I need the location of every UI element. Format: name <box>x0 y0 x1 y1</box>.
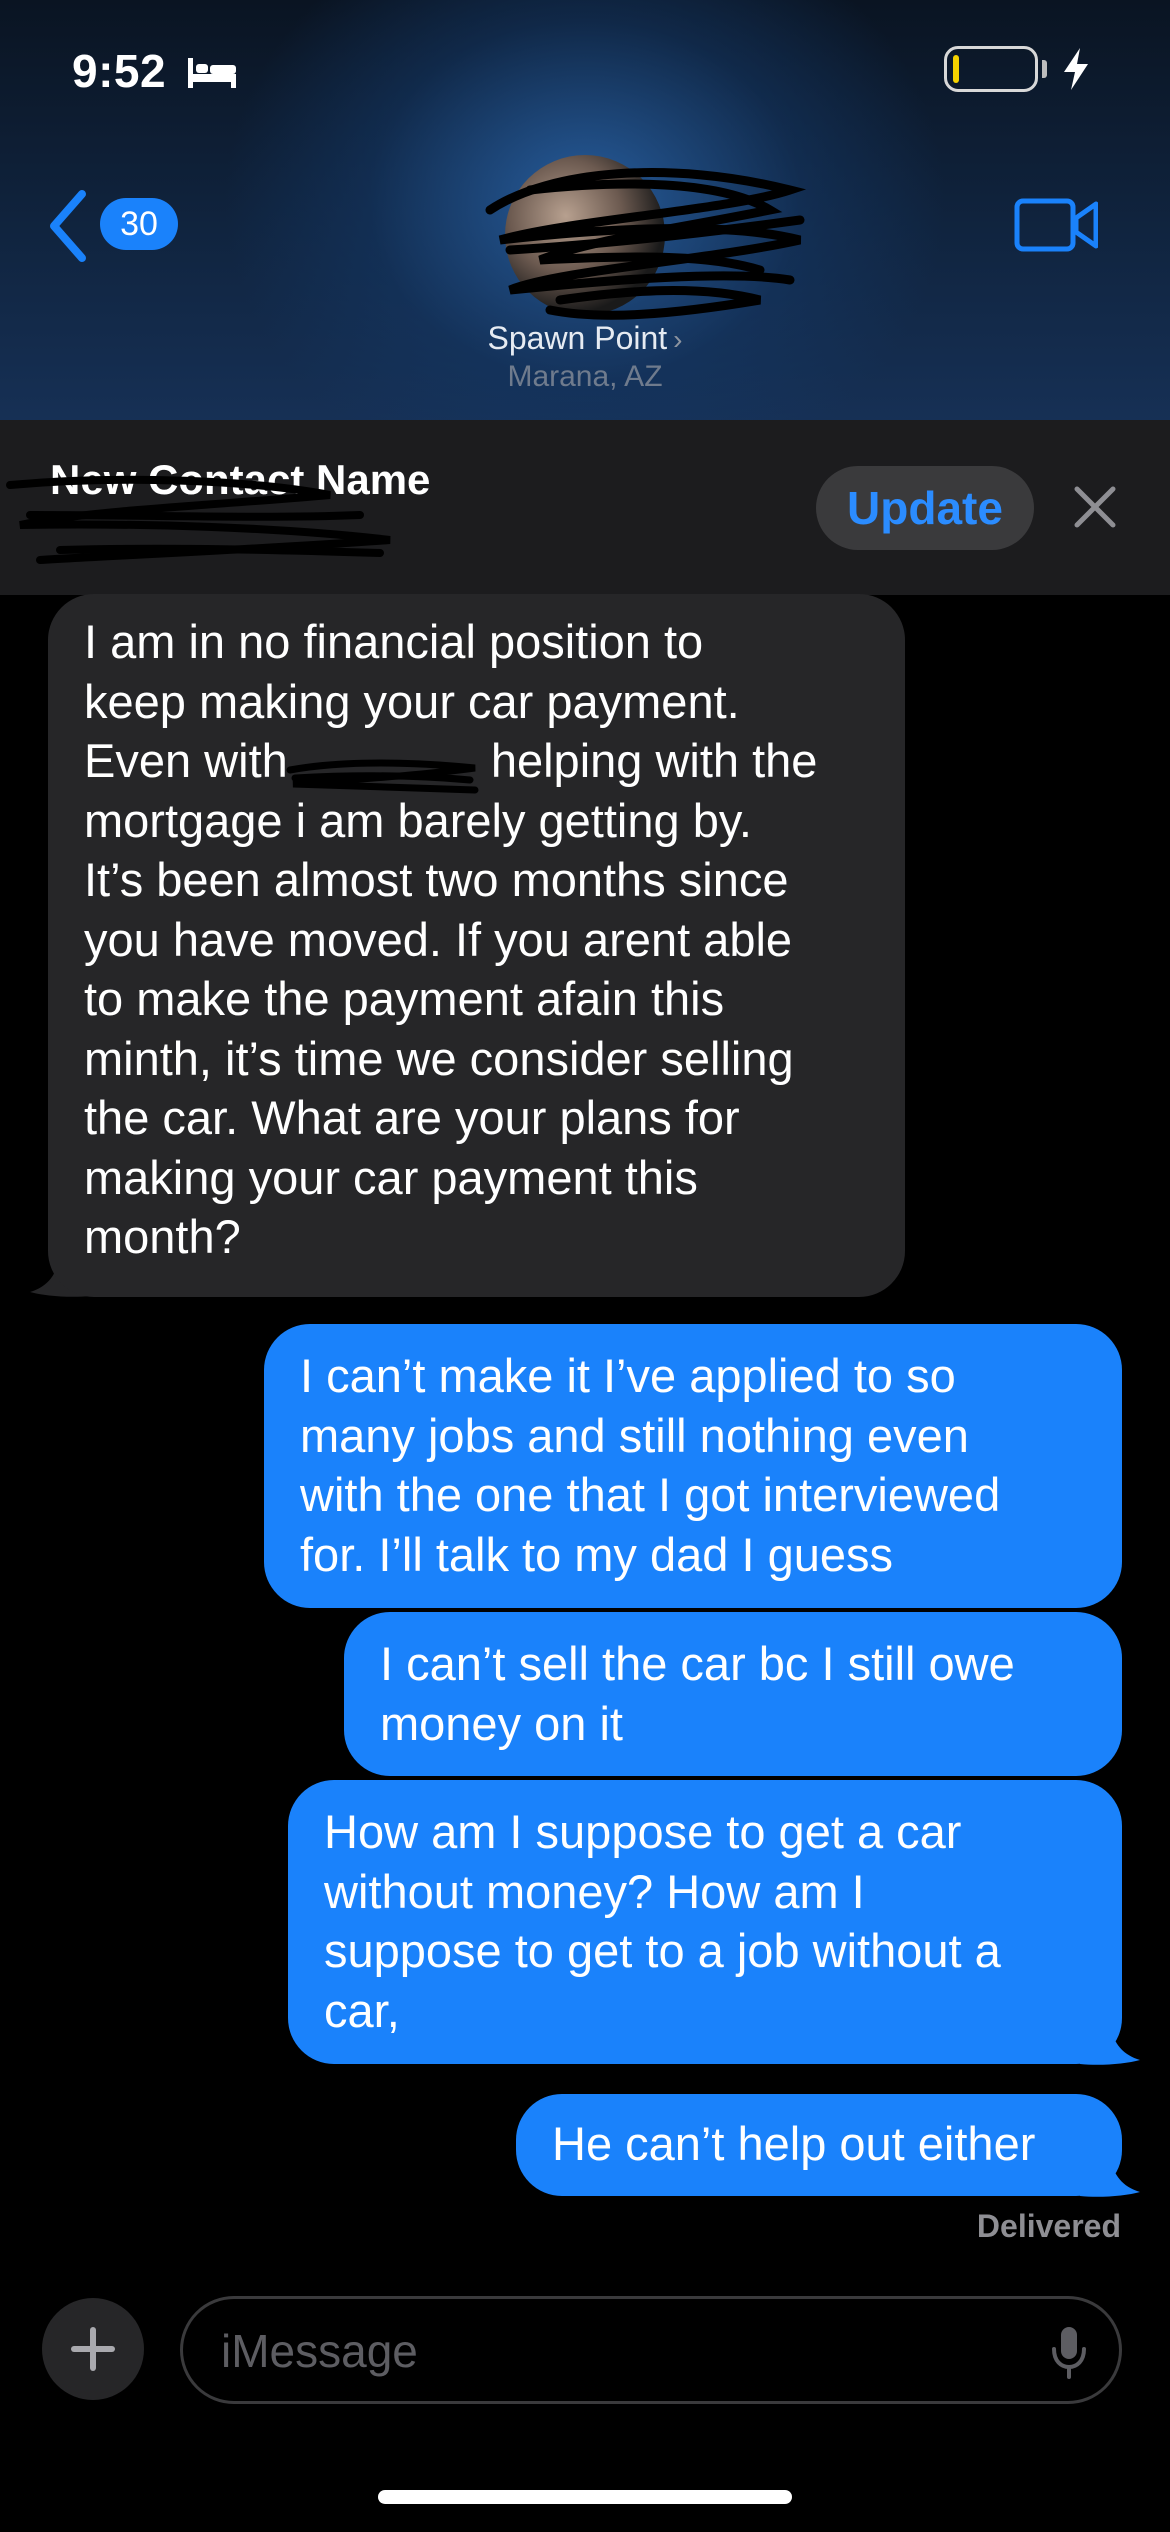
message-input[interactable] <box>219 2299 1003 2403</box>
plus-button[interactable] <box>42 2298 144 2400</box>
message-line: with the one that I got interviewed <box>300 1468 1001 1521</box>
redaction-scribble <box>6 475 391 564</box>
incoming-message[interactable]: I am in no financial position to keep ma… <box>48 594 905 1297</box>
video-camera-icon[interactable] <box>1014 196 1098 254</box>
message-line: I am in no financial position to <box>84 615 704 668</box>
outgoing-message[interactable]: He can’t help out either <box>516 2094 1122 2196</box>
chevron-right-icon: › <box>673 324 683 355</box>
message-line: suppose to get to a job without a <box>324 1924 1001 1977</box>
message-line: to make the payment afain this <box>84 972 725 1025</box>
battery-cap <box>1042 60 1047 78</box>
redaction-scribble <box>485 168 807 320</box>
contact-location: Marana, AZ <box>507 360 663 393</box>
outgoing-message[interactable]: I can’t sell the car bc I still owe mone… <box>344 1612 1122 1776</box>
charging-bolt-icon <box>1064 48 1088 90</box>
message-line: He can’t help out either <box>552 2117 1036 2170</box>
microphone-icon[interactable] <box>1049 2325 1089 2381</box>
back-chevron-icon[interactable] <box>44 186 94 266</box>
message-line: It’s been almost two months since <box>84 853 789 906</box>
plus-icon <box>71 2327 115 2371</box>
message-line: I can’t sell the car bc I still owe <box>380 1637 1015 1690</box>
status-time: 9:52 <box>72 45 167 97</box>
home-indicator[interactable] <box>378 2490 792 2504</box>
message-compose-field[interactable] <box>180 2296 1122 2404</box>
message-line: How am I suppose to get a car <box>324 1805 962 1858</box>
update-contact-button[interactable]: Update <box>816 466 1034 550</box>
outgoing-message[interactable]: How am I suppose to get a car without mo… <box>288 1780 1122 2064</box>
bed-icon <box>188 58 236 88</box>
message-line: without money? How am I <box>324 1864 865 1918</box>
close-icon[interactable] <box>1072 484 1118 530</box>
delivery-status: Delivered <box>976 2208 1121 2244</box>
message-line: many jobs and still nothing even <box>300 1408 969 1462</box>
message-line: money on it <box>380 1696 623 1750</box>
message-line: the car. What are your plans for <box>84 1091 740 1144</box>
outgoing-message[interactable]: I can’t make it I’ve applied to so many … <box>264 1324 1122 1608</box>
message-line: month? <box>84 1210 241 1263</box>
unread-count-badge[interactable]: 30 <box>100 198 178 250</box>
battery-icon <box>944 46 1038 92</box>
battery-level <box>953 55 959 83</box>
message-line: car, <box>324 1983 400 2037</box>
message-line: you have moved. If you arent able <box>84 912 793 966</box>
message-line: making your car payment this <box>84 1150 698 1204</box>
message-line: for. I’ll talk to my dad I guess <box>300 1527 893 1581</box>
contact-name[interactable]: Spawn Point › <box>0 320 1170 357</box>
redaction-scribble <box>286 759 479 794</box>
message-line: keep making your car payment. <box>84 674 740 728</box>
message-line: minth, it’s time we consider selling <box>84 1031 794 1085</box>
message-line: I can’t make it I’ve applied to so <box>300 1349 956 1402</box>
